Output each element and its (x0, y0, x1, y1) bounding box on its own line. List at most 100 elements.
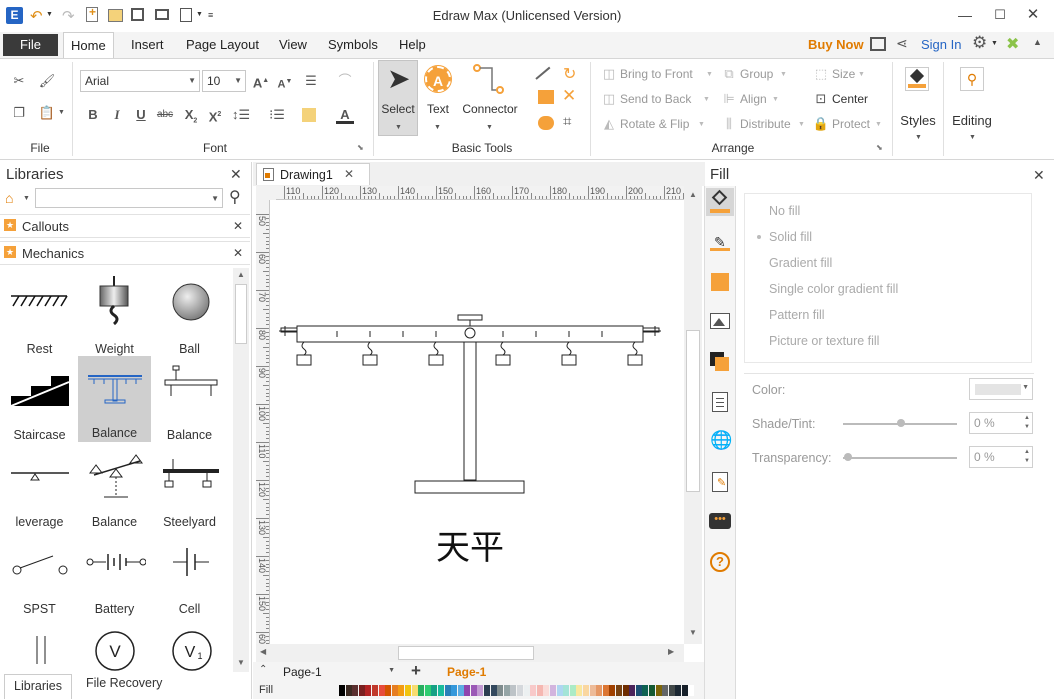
select-dropdown-icon[interactable]: ▼ (395, 124, 402, 131)
color-swatch[interactable] (345, 685, 352, 696)
color-swatch[interactable] (404, 685, 411, 696)
styles-dropdown-icon[interactable]: ▼ (915, 134, 922, 141)
font-name-select[interactable]: Arial ▼ (80, 70, 200, 92)
shape-balance-2[interactable]: Balance (153, 358, 226, 444)
transparency-slider[interactable] (843, 457, 957, 459)
library-search-input[interactable]: ▼ (35, 188, 223, 208)
cart-icon[interactable] (870, 37, 886, 51)
color-swatch[interactable] (339, 685, 345, 696)
ribbon-collapse-icon[interactable]: ▲ (1033, 37, 1042, 47)
styles-icon[interactable] (905, 67, 929, 91)
close-libraries-icon[interactable]: ✕ (230, 166, 242, 183)
close-window-button[interactable]: ✕ (1018, 4, 1048, 26)
protect-button[interactable]: Protect (832, 117, 870, 131)
libraries-bottom-tab[interactable]: Libraries (4, 674, 72, 699)
color-swatch[interactable] (437, 685, 444, 696)
color-swatch[interactable] (378, 685, 385, 696)
color-swatch[interactable] (484, 685, 491, 696)
paste-icon[interactable]: 📋 (38, 104, 56, 122)
distribute-dropdown-icon[interactable]: ▼ (798, 121, 805, 128)
protect-icon[interactable]: 🔒 (812, 115, 830, 133)
connector-dropdown-icon[interactable]: ▼ (486, 124, 493, 131)
hscroll-left-icon[interactable]: ◀ (260, 647, 266, 656)
shape-weight[interactable]: Weight (78, 272, 151, 358)
color-swatch[interactable] (497, 685, 504, 696)
text-direction-icon[interactable]: ⌒ (336, 72, 354, 90)
maximize-button[interactable]: ☐ (985, 4, 1015, 26)
library-scroll-up-icon[interactable]: ▲ (237, 270, 245, 279)
layers-icon[interactable] (710, 352, 730, 372)
vscroll-thumb[interactable] (686, 330, 700, 492)
color-swatch[interactable] (385, 685, 392, 696)
center-button[interactable]: Center (832, 92, 868, 106)
size-button[interactable]: Size (832, 67, 855, 81)
rotate-flip-icon[interactable]: ◭ (600, 115, 618, 133)
bullets-icon[interactable]: ⁝☰ (268, 106, 286, 124)
color-picker[interactable]: ▼ (969, 378, 1033, 400)
distribute-icon[interactable]: ⫼ (720, 115, 738, 133)
color-swatch[interactable] (576, 685, 583, 696)
send-to-back-button[interactable]: Send to Back (620, 92, 691, 106)
vscroll-up-icon[interactable]: ▲ (689, 190, 697, 199)
fill-option-single-color-gradient[interactable]: Single color gradient fill (752, 278, 1032, 302)
bring-to-front-button[interactable]: Bring to Front (620, 67, 693, 81)
text-tool-label[interactable]: Text (422, 102, 454, 116)
tab-home[interactable]: Home (63, 32, 114, 59)
shape-cell[interactable]: Cell (153, 532, 226, 618)
search-icon[interactable]: ⚲ (229, 187, 241, 207)
color-swatch[interactable] (556, 685, 563, 696)
close-mechanics-icon[interactable]: ✕ (233, 246, 243, 260)
color-swatch[interactable] (629, 685, 636, 696)
sign-in-link[interactable]: Sign In (921, 37, 961, 52)
superscript-icon[interactable]: X2 (206, 106, 224, 124)
styles-button[interactable]: Styles (898, 113, 938, 128)
transparency-input[interactable]: 0 % ▲ ▼ (969, 446, 1033, 468)
shape-staircase[interactable]: Staircase (3, 358, 76, 444)
color-swatch[interactable] (582, 685, 589, 696)
strikethrough-icon[interactable]: abc (156, 106, 174, 124)
connector-tool-label[interactable]: Connector (458, 102, 522, 116)
color-swatch[interactable] (635, 685, 642, 696)
color-swatch[interactable] (596, 685, 603, 696)
line-spacing-icon[interactable]: ↕☰ (232, 106, 250, 124)
rotate-dropdown-icon[interactable]: ▼ (698, 121, 705, 128)
color-swatch[interactable] (418, 685, 425, 696)
color-swatch[interactable] (517, 685, 524, 696)
align-button[interactable]: Align (740, 92, 767, 106)
file-recovery-tab[interactable]: File Recovery (86, 676, 162, 690)
distribute-button[interactable]: Distribute (740, 117, 791, 131)
decrease-font-icon[interactable]: A▼ (276, 73, 294, 91)
library-home-icon[interactable]: ⌂ (5, 190, 13, 206)
fill-option-gradient-fill[interactable]: Gradient fill (752, 252, 1032, 276)
text-tool-icon[interactable]: A (424, 65, 452, 93)
color-swatch[interactable] (358, 685, 365, 696)
cross-tool-icon[interactable]: ✕ (562, 86, 576, 106)
document-tab-drawing1[interactable]: Drawing1 ✕ (256, 163, 370, 185)
close-fill-panel-icon[interactable]: ✕ (1033, 167, 1045, 184)
align-text-icon[interactable]: ☰ (302, 72, 320, 90)
share-icon[interactable]: ⋖ (896, 35, 908, 52)
balance-diagram[interactable] (271, 200, 684, 500)
fill-option-picture-texture[interactable]: Picture or texture fill (752, 330, 1032, 354)
color-swatch[interactable] (451, 685, 458, 696)
color-swatch[interactable] (602, 685, 609, 696)
color-swatch[interactable] (510, 685, 517, 696)
crop-tool-icon[interactable]: ⌗ (563, 113, 571, 130)
close-callouts-icon[interactable]: ✕ (233, 219, 243, 233)
bring-to-front-icon[interactable]: ◫ (600, 65, 618, 83)
library-section-callouts[interactable]: ★ Callouts ✕ (0, 214, 250, 238)
color-swatch[interactable] (477, 685, 484, 696)
fill-option-no-fill[interactable]: No fill (752, 200, 1032, 224)
color-swatch[interactable] (444, 685, 451, 696)
group-icon[interactable]: ⧉ (720, 65, 738, 83)
rectangle-tool-icon[interactable] (538, 90, 554, 104)
center-icon[interactable]: ⊡ (812, 90, 830, 108)
library-scroll-thumb[interactable] (235, 284, 247, 344)
shape-fuse[interactable] (3, 620, 76, 670)
bold-icon[interactable]: B (84, 106, 102, 124)
cut-icon[interactable]: ✂ (10, 72, 28, 90)
hscroll-right-icon[interactable]: ▶ (668, 647, 674, 656)
increase-font-icon[interactable]: A▲ (252, 72, 270, 90)
connector-tool-icon[interactable] (470, 62, 506, 98)
apps-icon[interactable]: ✖ (1006, 34, 1019, 54)
